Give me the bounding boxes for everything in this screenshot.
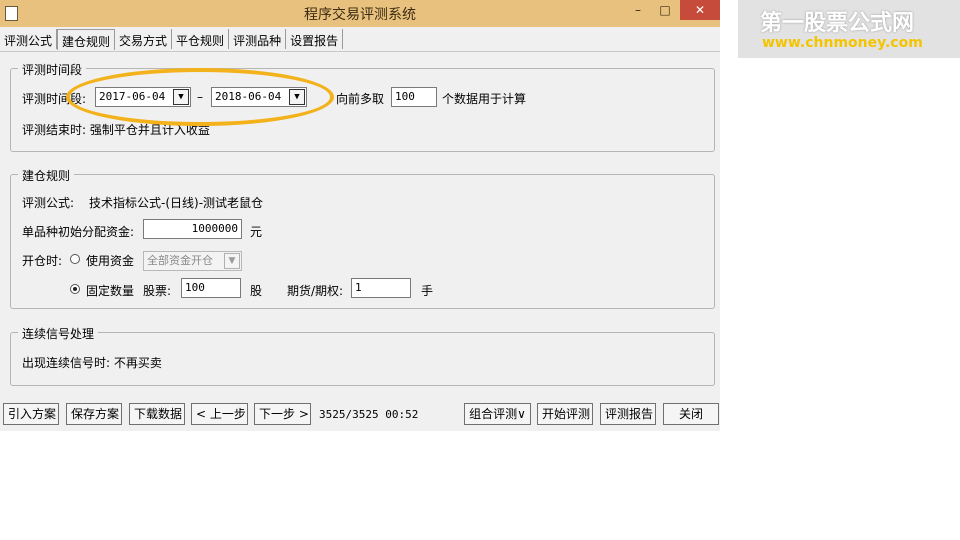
open-label: 开仓时: <box>22 254 63 268</box>
tab-report-settings[interactable]: 设置报告 <box>286 29 344 49</box>
minimize-icon[interactable]: – <box>628 0 648 20</box>
signal-legend: 连续信号处理 <box>18 325 99 342</box>
tab-build-rules[interactable]: 建仓规则 <box>57 29 116 50</box>
tab-formula[interactable]: 评测公式 <box>0 29 58 49</box>
tab-strip: 评测公式 建仓规则 交易方式 平仓规则 评测品种 设置报告 <box>0 29 344 51</box>
lookback-input[interactable]: 100 <box>391 87 437 107</box>
prev-step-button[interactable]: < 上一步 <box>191 403 248 425</box>
capital-mode-select[interactable]: 全部资金开仓 ▼ <box>143 251 242 271</box>
futures-label: 期货/期权: <box>287 284 344 298</box>
maximize-icon[interactable]: □ <box>654 0 676 20</box>
signal-text: 出现连续信号时: 不再买卖 <box>22 356 162 370</box>
fixed-qty-label: 固定数量 <box>86 284 135 298</box>
combo-eval-button[interactable]: 组合评测∨ <box>464 403 531 425</box>
futures-qty-input[interactable]: 1 <box>351 278 411 298</box>
tab-divider <box>0 51 720 52</box>
watermark-url: www.chnmoney.com <box>762 35 923 51</box>
capital-input[interactable]: 1000000 <box>143 219 242 239</box>
formula-value: 技术指标公式-(日线)-测试老鼠仓 <box>89 196 264 210</box>
tab-instruments[interactable]: 评测品种 <box>229 29 287 49</box>
window-title: 程序交易评测系统 <box>304 7 416 23</box>
progress-status: 3525/3525 00:52 <box>319 408 419 421</box>
download-data-button[interactable]: 下载数据 <box>129 403 185 425</box>
stock-label: 股票: <box>143 284 172 298</box>
next-step-button[interactable]: 下一步 > <box>254 403 311 425</box>
futures-unit: 手 <box>421 284 434 298</box>
save-plan-button[interactable]: 保存方案 <box>66 403 122 425</box>
import-plan-button[interactable]: 引入方案 <box>3 403 59 425</box>
capital-unit: 元 <box>250 225 263 239</box>
period-legend: 评测时间段 <box>18 61 87 78</box>
use-capital-label: 使用资金 <box>86 254 135 268</box>
tab-trade-mode[interactable]: 交易方式 <box>115 29 173 49</box>
chevron-down-icon[interactable]: ▼ <box>224 253 240 269</box>
start-eval-button[interactable]: 开始评测 <box>537 403 593 425</box>
use-capital-radio[interactable] <box>70 254 80 264</box>
formula-label: 评测公式: <box>22 196 75 210</box>
fixed-qty-radio[interactable] <box>70 284 80 294</box>
eval-report-button[interactable]: 评测报告 <box>600 403 656 425</box>
close-icon[interactable]: ✕ <box>680 0 720 20</box>
build-legend: 建仓规则 <box>18 167 75 184</box>
lookback-label: 向前多取 <box>336 92 385 106</box>
tab-close-rules[interactable]: 平仓规则 <box>172 29 230 49</box>
stock-qty-input[interactable]: 100 <box>181 278 241 298</box>
capital-label: 单品种初始分配资金: <box>22 225 135 239</box>
watermark-title: 第一股票公式网 <box>760 11 915 36</box>
lookback-suffix: 个数据用于计算 <box>442 92 527 106</box>
stock-unit: 股 <box>250 284 263 298</box>
capital-mode-value: 全部资金开仓 <box>147 254 213 267</box>
close-button[interactable]: 关闭 <box>663 403 719 425</box>
highlight-ellipse <box>66 68 334 126</box>
